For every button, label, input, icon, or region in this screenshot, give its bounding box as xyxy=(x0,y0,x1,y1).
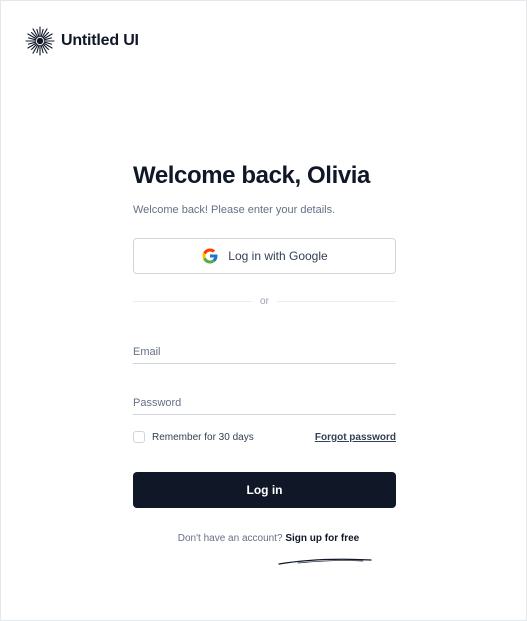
signup-link[interactable]: Sign up for free xyxy=(285,533,359,544)
google-login-button[interactable]: Log in with Google xyxy=(133,238,396,274)
login-form: Welcome back, Olivia Welcome back! Pleas… xyxy=(133,161,396,544)
signup-prompt: Don't have an account? xyxy=(177,533,286,544)
starburst-logo-icon xyxy=(25,26,55,56)
brand: Untitled UI xyxy=(25,26,139,56)
remember-checkbox[interactable] xyxy=(133,431,145,443)
login-button[interactable]: Log in xyxy=(133,472,396,508)
page-subtitle: Welcome back! Please enter your details. xyxy=(133,204,336,216)
divider-text: or xyxy=(260,296,269,307)
forgot-password-link[interactable]: Forgot password xyxy=(315,432,396,443)
or-divider: or xyxy=(133,296,396,307)
options-row: Remember for 30 days Forgot password xyxy=(133,429,396,445)
divider-line-right xyxy=(276,301,396,302)
google-login-label: Log in with Google xyxy=(228,249,328,263)
underline-scribble xyxy=(278,558,372,565)
remember-me[interactable]: Remember for 30 days xyxy=(133,431,254,443)
email-field-wrapper xyxy=(133,341,396,364)
page-title: Welcome back, Olivia xyxy=(133,162,371,189)
signup-row: Don't have an account? Sign up for free xyxy=(133,533,396,544)
google-icon xyxy=(202,248,218,264)
login-page: Untitled UI Welcome back, Olivia Welcome… xyxy=(0,0,527,621)
remember-label: Remember for 30 days xyxy=(152,431,254,443)
divider-line-left xyxy=(133,301,253,302)
brand-name: Untitled UI xyxy=(61,32,139,49)
password-field[interactable] xyxy=(133,392,396,414)
password-field-wrapper xyxy=(133,392,396,415)
email-field[interactable] xyxy=(133,341,396,363)
